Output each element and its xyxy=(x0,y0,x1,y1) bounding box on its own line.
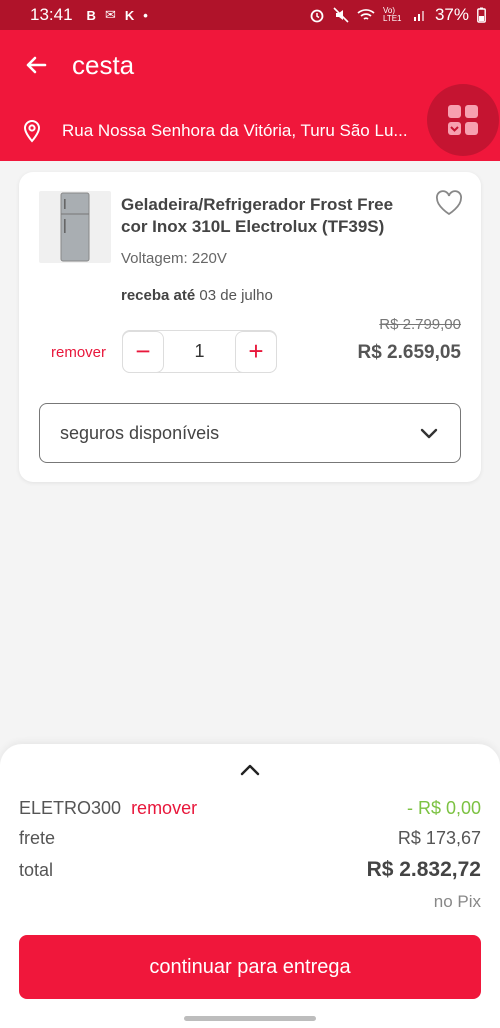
insurance-dropdown[interactable]: seguros disponíveis xyxy=(39,403,461,463)
favorite-button[interactable] xyxy=(435,190,463,218)
coupon-discount: - R$ 0,00 xyxy=(406,798,481,818)
remove-item-button[interactable]: remover xyxy=(51,344,106,361)
original-price: R$ 2.799,00 xyxy=(379,316,461,333)
arrow-left-icon xyxy=(26,56,47,74)
total-row: total R$ 2.832,72 xyxy=(19,858,481,882)
shipping-label: frete xyxy=(19,828,56,848)
delivery-estimate: receba até 03 de julho xyxy=(121,287,273,304)
notification-mail-icon: ✉ xyxy=(104,7,116,22)
product-voltage: Voltagem: 220V xyxy=(121,250,227,267)
total-value: R$ 2.832,72 xyxy=(366,858,481,881)
delivery-address-bar[interactable]: Rua Nossa Senhora da Vitória, Turu São L… xyxy=(0,100,500,161)
remove-coupon-button[interactable]: remover xyxy=(131,798,197,819)
signal-icon xyxy=(413,11,424,21)
plus-icon: + xyxy=(248,336,264,366)
back-button[interactable] xyxy=(16,45,56,85)
grid-icon xyxy=(448,105,478,135)
continue-to-delivery-button[interactable]: continuar para entrega xyxy=(19,935,481,999)
status-bar: 13:41 B ✉ K • Vo) LTE1 37% xyxy=(0,0,500,30)
battery-icon xyxy=(477,7,486,23)
heart-icon xyxy=(436,190,462,216)
order-summary-sheet: ELETRO300 remover - R$ 0,00 frete R$ 173… xyxy=(0,744,500,1028)
delivery-address-text: Rua Nossa Senhora da Vitória, Turu São L… xyxy=(62,120,408,140)
location-pin-icon xyxy=(20,119,44,143)
notification-b-icon: B xyxy=(86,7,96,23)
product-image[interactable] xyxy=(39,191,111,263)
coupon-code: ELETRO300 xyxy=(19,798,122,818)
insurance-label: seguros disponíveis xyxy=(60,422,220,443)
status-time: 13:41 xyxy=(30,5,73,24)
volte-label: Vo) LTE1 xyxy=(382,6,402,23)
decrease-quantity-button[interactable]: − xyxy=(122,330,164,373)
expand-summary-button[interactable] xyxy=(236,758,264,782)
payment-method-note: no Pix xyxy=(433,892,481,911)
refrigerator-image xyxy=(60,192,90,262)
quantity-value: 1 xyxy=(194,341,205,361)
battery-level: 37% xyxy=(434,5,469,24)
total-label: total xyxy=(19,859,54,880)
minus-icon: − xyxy=(135,336,151,366)
shipping-row: frete R$ 173,67 xyxy=(19,828,481,849)
notification-dot-icon: • xyxy=(143,7,148,23)
chevron-down-icon xyxy=(420,428,438,439)
mute-icon xyxy=(333,7,349,23)
apps-grid-button[interactable] xyxy=(427,84,499,156)
delivery-label: receba até xyxy=(121,287,196,304)
wifi-icon xyxy=(357,9,375,20)
increase-quantity-button[interactable]: + xyxy=(235,330,277,373)
page-title: cesta xyxy=(72,49,135,80)
notification-k-icon: K xyxy=(124,7,135,23)
cart-item-card: Geladeira/Refrigerador Frost Free cor In… xyxy=(19,172,481,482)
chevron-up-icon xyxy=(240,764,260,776)
current-price: R$ 2.659,05 xyxy=(357,342,461,363)
notification-icons: B ✉ K • xyxy=(87,7,148,23)
delivery-date: 03 de julho xyxy=(199,287,273,304)
home-indicator[interactable] xyxy=(184,1016,316,1021)
alarm-icon xyxy=(310,9,324,23)
quantity-stepper: − 1 + xyxy=(122,330,277,373)
coupon-row: ELETRO300 remover - R$ 0,00 xyxy=(19,798,481,819)
app-header: cesta xyxy=(0,30,500,100)
shipping-value: R$ 173,67 xyxy=(397,828,481,848)
system-icons: Vo) LTE1 37% xyxy=(309,5,486,25)
product-name[interactable]: Geladeira/Refrigerador Frost Free cor In… xyxy=(121,194,421,238)
